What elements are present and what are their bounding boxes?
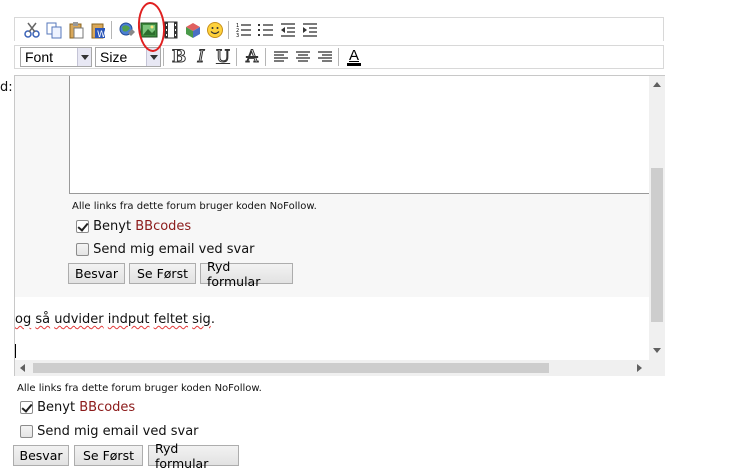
reply-button-outer[interactable]: Besvar: [13, 445, 69, 466]
send-email-checkbox[interactable]: [76, 243, 89, 256]
underline-button[interactable]: U: [213, 47, 233, 68]
align-center-icon[interactable]: [293, 47, 313, 67]
copy-icon[interactable]: [44, 20, 64, 40]
bbcodes-link[interactable]: BBcodes: [135, 219, 191, 234]
ordered-list-icon[interactable]: 123: [234, 20, 254, 40]
inner-textarea[interactable]: [69, 76, 649, 194]
unordered-list-icon[interactable]: [256, 20, 276, 40]
link-icon[interactable]: [117, 20, 137, 40]
send-email-row: Send mig email ved svar: [76, 242, 255, 257]
toolbar-separator: [265, 48, 266, 66]
toolbar-separator: [236, 48, 237, 66]
scroll-down-icon[interactable]: [653, 348, 661, 353]
text-cursor: [15, 344, 16, 358]
scroll-right-icon[interactable]: [637, 364, 642, 372]
font-select-value: Font: [25, 49, 54, 65]
reply-button[interactable]: Besvar: [68, 263, 125, 284]
size-select-value: Size: [100, 49, 128, 65]
vertical-scrollbar[interactable]: [649, 76, 665, 360]
font-select[interactable]: Font: [20, 47, 92, 67]
send-email-label-outer: Send mig email ved svar: [37, 424, 199, 439]
toolbar-separator: [163, 48, 164, 66]
send-email-label: Send mig email ved svar: [93, 242, 255, 257]
word: så: [35, 312, 51, 327]
bold-button[interactable]: B: [169, 47, 189, 68]
period: .: [210, 312, 215, 327]
nofollow-notice: Alle links fra dette forum bruger koden …: [72, 201, 317, 212]
smiley-icon[interactable]: [205, 20, 225, 40]
vertical-scroll-thumb[interactable]: [651, 168, 663, 322]
word: indput: [107, 312, 150, 327]
horizontal-scroll-thumb[interactable]: [33, 363, 549, 373]
preview-button[interactable]: Se Først: [129, 263, 196, 284]
word: og: [15, 312, 32, 327]
indent-icon[interactable]: [300, 20, 320, 40]
nofollow-notice-outer: Alle links fra dette forum bruger koden …: [17, 383, 262, 394]
field-label-fragment: d:: [0, 80, 13, 95]
paste-icon[interactable]: [66, 20, 86, 40]
editor-text-line: og så udvider indput feltet sig.: [15, 312, 215, 327]
cut-icon[interactable]: [22, 20, 42, 40]
toolbar-separator: [338, 48, 339, 66]
word: sig: [192, 312, 211, 327]
editor-toolbar-row-1: W 123: [14, 17, 664, 41]
font-color-letter: A: [348, 46, 359, 64]
align-right-icon[interactable]: [315, 47, 335, 67]
reset-button-outer[interactable]: Ryd formular: [148, 441, 239, 471]
preview-button-outer[interactable]: Se Først: [74, 445, 143, 466]
svg-text:W: W: [97, 30, 106, 39]
editor-frame[interactable]: Alle links fra dette forum bruger koden …: [14, 75, 665, 376]
outer-button-row: Besvar Se Først Ryd formular: [13, 441, 239, 471]
font-color-swatch: [347, 62, 361, 66]
use-bbcodes-prefix: Benyt: [93, 219, 136, 234]
font-color-button[interactable]: A: [344, 47, 364, 67]
toolbar-separator: [228, 20, 229, 39]
italic-button[interactable]: I: [191, 47, 211, 68]
use-bbcodes-checkbox[interactable]: [76, 220, 89, 233]
reset-button[interactable]: Ryd formular: [200, 259, 293, 289]
word: feltet: [153, 312, 189, 327]
paste-word-icon[interactable]: W: [88, 20, 108, 40]
use-bbcodes-row: Benyt BBcodes: [76, 219, 191, 234]
svg-text:3: 3: [236, 33, 239, 39]
scroll-corner: [649, 360, 665, 376]
bbcodes-link-outer[interactable]: BBcodes: [79, 400, 135, 415]
outdent-icon[interactable]: [278, 20, 298, 40]
use-bbcodes-row-outer: Benyt BBcodes: [20, 400, 135, 415]
toolbar-separator: [111, 20, 112, 39]
editor-toolbar-row-2: Font Size B I U A A: [14, 45, 664, 69]
chevron-down-icon: [77, 48, 91, 66]
horizontal-scrollbar[interactable]: [15, 360, 649, 376]
send-email-row-outer: Send mig email ved svar: [20, 424, 199, 439]
strikethrough-button[interactable]: A: [242, 47, 262, 68]
scroll-up-icon[interactable]: [653, 82, 661, 87]
scroll-left-icon[interactable]: [20, 364, 25, 372]
inner-button-row: Besvar Se Først Ryd formular: [68, 259, 293, 289]
send-email-checkbox-outer[interactable]: [20, 425, 33, 438]
insert-flash-icon[interactable]: [183, 20, 203, 40]
align-left-icon[interactable]: [271, 47, 291, 67]
use-bbcodes-checkbox-outer[interactable]: [20, 401, 33, 414]
word: udvider: [54, 312, 104, 327]
use-bbcodes-prefix-outer: Benyt: [37, 400, 80, 415]
